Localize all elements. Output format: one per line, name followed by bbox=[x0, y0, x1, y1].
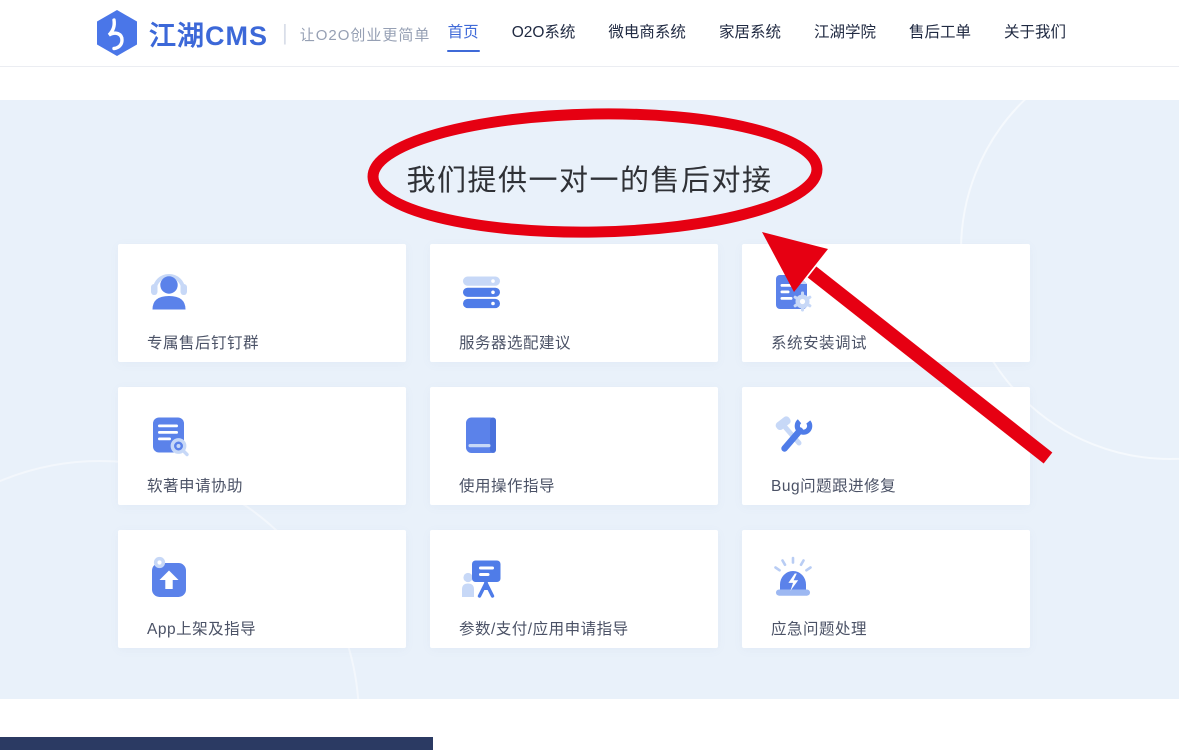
card-label: 服务器选配建议 bbox=[459, 331, 718, 353]
card-label: 软著申请协助 bbox=[147, 474, 406, 496]
card-server-advice[interactable]: 服务器选配建议 bbox=[430, 244, 718, 362]
brand-divider: | bbox=[282, 20, 288, 46]
hexagon-logo-icon bbox=[95, 9, 139, 57]
top-navbar: 江湖CMS | 让O2O创业更简单 首页 O2O系统 微电商系统 家居系统 江湖… bbox=[0, 0, 1179, 67]
nav-item-home-furnishing[interactable]: 家居系统 bbox=[718, 14, 782, 52]
nav-item-home[interactable]: 首页 bbox=[447, 14, 480, 52]
card-bug-fix[interactable]: Bug问题跟进修复 bbox=[742, 387, 1030, 505]
section-title: 我们提供一对一的售后对接 bbox=[0, 157, 1179, 199]
nav-item-about-us[interactable]: 关于我们 bbox=[1003, 14, 1067, 52]
card-dingtalk-group[interactable]: 专属售后钉钉群 bbox=[118, 244, 406, 362]
card-software-copyright[interactable]: 软著申请协助 bbox=[118, 387, 406, 505]
nav-item-work-order[interactable]: 售后工单 bbox=[908, 14, 972, 52]
card-system-install[interactable]: 系统安装调试 bbox=[742, 244, 1030, 362]
nav-item-micro-ecommerce[interactable]: 微电商系统 bbox=[607, 14, 687, 52]
document-search-icon bbox=[147, 413, 191, 457]
brand-name: 江湖CMS bbox=[149, 14, 268, 53]
card-app-publish[interactable]: App上架及指导 bbox=[118, 530, 406, 648]
card-label: 参数/支付/应用申请指导 bbox=[459, 617, 718, 639]
card-apply-guide[interactable]: 参数/支付/应用申请指导 bbox=[430, 530, 718, 648]
card-label: 专属售后钉钉群 bbox=[147, 331, 406, 353]
support-agent-icon bbox=[147, 270, 191, 314]
footer-strip bbox=[0, 737, 433, 750]
card-label: 系统安装调试 bbox=[771, 331, 1030, 353]
card-label: 应急问题处理 bbox=[771, 617, 1030, 639]
card-label: App上架及指导 bbox=[147, 617, 406, 639]
system-setup-icon bbox=[771, 270, 815, 314]
guide-book-icon bbox=[459, 413, 503, 457]
repair-tools-icon bbox=[771, 413, 815, 457]
brand-logo[interactable]: 江湖CMS | 让O2O创业更简单 bbox=[95, 9, 430, 57]
nav-item-o2o-system[interactable]: O2O系统 bbox=[511, 14, 577, 52]
service-card-grid: 专属售后钉钉群 服务器选配建议 bbox=[118, 244, 1030, 648]
brand-tagline: 让O2O创业更简单 bbox=[300, 21, 431, 45]
emergency-alarm-icon bbox=[771, 556, 815, 600]
presentation-icon bbox=[459, 556, 503, 600]
server-icon bbox=[459, 270, 503, 314]
card-label: Bug问题跟进修复 bbox=[771, 474, 1030, 496]
card-label: 使用操作指导 bbox=[459, 474, 718, 496]
nav-item-academy[interactable]: 江湖学院 bbox=[813, 14, 877, 52]
card-emergency[interactable]: 应急问题处理 bbox=[742, 530, 1030, 648]
after-sales-section: 我们提供一对一的售后对接 专属售后钉钉群 服务器选配建议 bbox=[0, 100, 1179, 699]
main-nav: 首页 O2O系统 微电商系统 家居系统 江湖学院 售后工单 关于我们 bbox=[447, 14, 1067, 52]
app-upload-icon bbox=[147, 556, 191, 600]
card-usage-guide[interactable]: 使用操作指导 bbox=[430, 387, 718, 505]
